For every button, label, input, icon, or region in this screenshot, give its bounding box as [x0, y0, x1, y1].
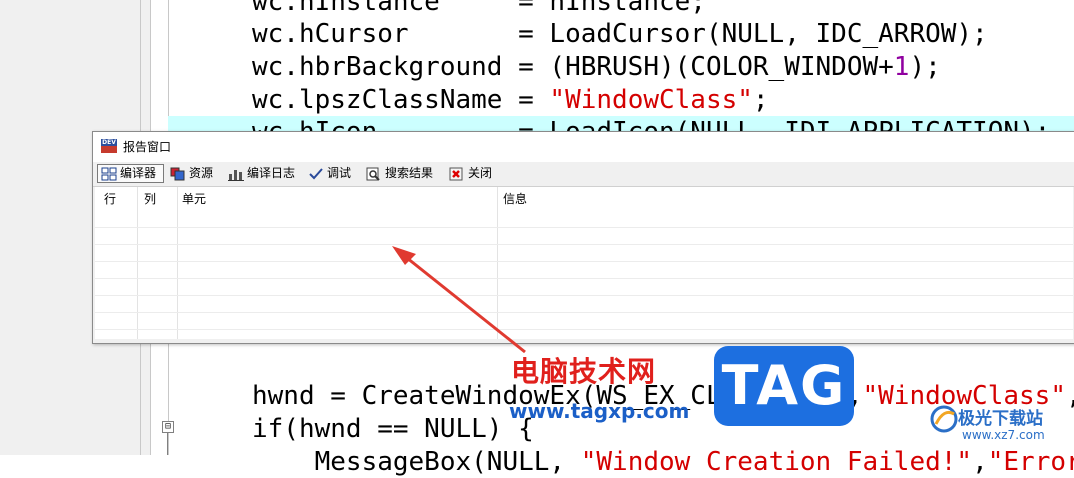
watermark-logo-url: www.xz7.com — [962, 428, 1045, 442]
watermark-site-url: www.tagxp.com — [509, 399, 690, 423]
watermark-site-name: 电脑技术网 — [511, 355, 657, 388]
watermark-logo-name: 极光下载站 — [958, 409, 1043, 429]
aurora-logo-icon — [930, 405, 958, 433]
watermark-tag-logo: TAG — [714, 346, 854, 426]
watermark-aurora-logo: 极光下载站 www.xz7.com — [928, 400, 1074, 455]
